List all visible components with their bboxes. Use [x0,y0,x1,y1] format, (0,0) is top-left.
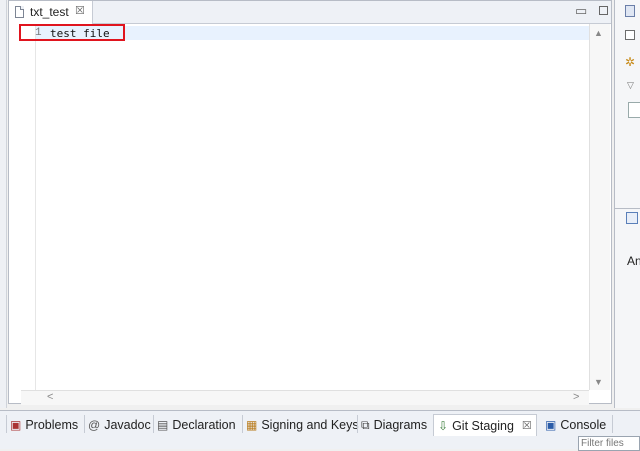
close-icon[interactable]: ☒ [75,4,85,17]
tab-signing-and-keys[interactable]: ▦ Signing and Keys [246,414,359,436]
at-icon: @ [88,418,101,432]
tab-separator [612,415,613,433]
view-toolbar-icon[interactable] [625,30,635,40]
tab-git-staging[interactable]: ⇩ Git Staging ☒ [433,414,537,436]
right-side-panel: ✲ ▽ An [614,0,640,408]
tab-declaration[interactable]: ▤ Declaration [157,414,236,436]
editor-tab-strip: txt_test ☒ ▭ [9,1,611,24]
editor-tab-txt-test[interactable]: txt_test ☒ [9,1,93,24]
editor-panel: txt_test ☒ ▭ 1 test_file ▲ ▼ < > [8,0,612,405]
tab-diagrams[interactable]: ⧉ Diagrams [361,414,427,436]
outline-view-icon[interactable] [625,5,635,17]
tab-label: Console [560,418,607,432]
tab-label: Diagrams [373,418,428,432]
tab-console[interactable]: ▣ Console [545,414,606,436]
tab-label: Problems [25,418,79,432]
tab-label: Javadoc [104,418,151,432]
console-icon: ▣ [545,418,557,432]
chevron-down-icon[interactable]: ▽ [627,80,634,91]
tab-problems[interactable]: ▣ Problems [10,414,78,436]
problems-icon: ▣ [10,418,22,432]
line-number-ruler [21,24,36,390]
text-editor-area[interactable]: 1 test_file [21,24,589,390]
editor-tab-title: txt_test [30,5,69,19]
tab-separator [153,415,154,433]
gear-icon[interactable]: ✲ [625,55,635,69]
scroll-left-icon[interactable]: < [47,391,53,403]
maximize-icon[interactable] [599,6,608,15]
filter-files-input[interactable]: Filter files [578,436,640,451]
right-panel-divider [615,208,640,209]
tab-separator [84,415,85,433]
right-panel-input[interactable] [628,102,640,118]
tab-label: Declaration [172,418,236,432]
right-panel-label: An [627,254,640,268]
declaration-icon: ▤ [157,418,169,432]
diagram-icon: ⧉ [361,417,370,432]
horizontal-scrollbar[interactable]: < > [21,390,589,405]
red-highlight-box [19,24,125,41]
left-panel-edge [0,0,7,408]
bottom-view-tabs: ▣ Problems @ Javadoc ▤ Declaration ▦ Sig… [0,410,640,451]
scroll-up-icon[interactable]: ▲ [594,28,603,38]
vertical-scrollbar[interactable]: ▲ ▼ [589,24,610,390]
tab-separator [357,415,358,433]
close-icon[interactable]: ☒ [522,419,532,432]
scroll-right-icon[interactable]: > [573,391,579,403]
tab-label: Signing and Keys [261,418,359,432]
hierarchy-icon[interactable] [626,212,638,224]
git-staging-icon: ⇩ [438,418,449,433]
minimize-icon[interactable]: ▭ [575,3,587,19]
keys-icon: ▦ [246,418,258,432]
tab-separator [6,415,7,433]
scroll-down-icon[interactable]: ▼ [594,377,603,387]
text-file-icon [15,6,24,18]
tab-separator [242,415,243,433]
tab-javadoc[interactable]: @ Javadoc [88,414,151,436]
tab-label: Git Staging [452,418,514,433]
